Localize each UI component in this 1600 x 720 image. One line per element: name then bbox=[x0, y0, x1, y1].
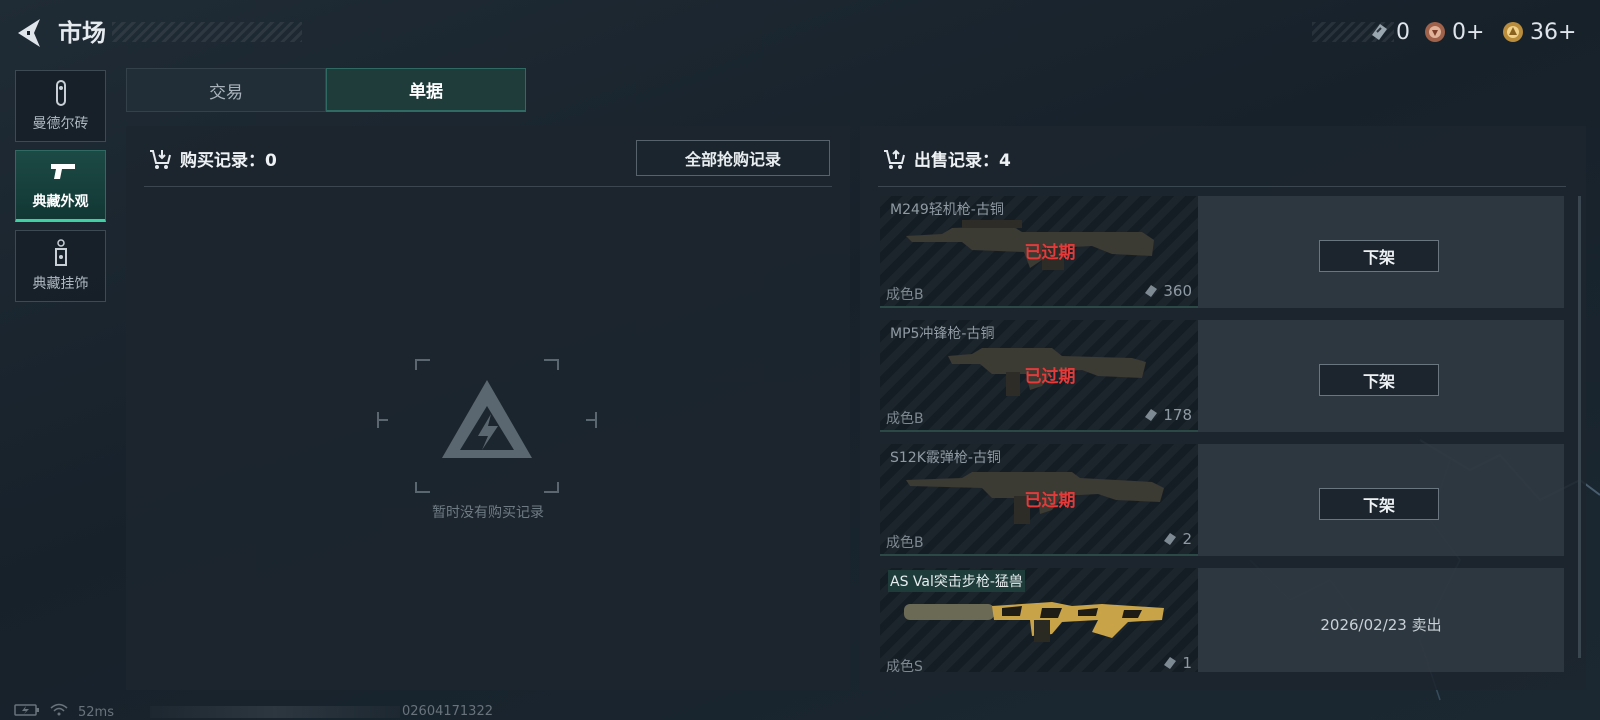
list-scrollbar[interactable] bbox=[1578, 196, 1581, 658]
gold-count: 36+ bbox=[1530, 19, 1577, 45]
wifi-icon bbox=[50, 703, 68, 720]
sale-records-title: 出售记录：4 bbox=[914, 151, 1011, 171]
back-button[interactable] bbox=[14, 16, 44, 50]
item-action-area: 下架 bbox=[1198, 196, 1564, 308]
pistol-icon bbox=[48, 157, 75, 187]
item-price: 1 bbox=[1162, 654, 1192, 672]
status-footer: 52ms bbox=[14, 703, 114, 720]
sale-record-item[interactable]: M249轻机枪-古铜 已过期 成色B 360 下架 bbox=[880, 196, 1564, 308]
ticket-icon bbox=[1143, 407, 1159, 423]
ticket-icon bbox=[1368, 21, 1390, 43]
tab-orders[interactable]: 单据 bbox=[326, 68, 526, 112]
sidebar-item-collection-skins[interactable]: 典藏外观 bbox=[15, 150, 106, 222]
divider bbox=[144, 186, 832, 187]
item-action-area: 下架 bbox=[1198, 444, 1564, 556]
item-name: AS Val突击步枪-猛兽 bbox=[888, 570, 1025, 592]
item-grade: 成色S bbox=[886, 659, 923, 672]
purchase-records-title: 购买记录：0 bbox=[180, 151, 277, 171]
sale-records-list[interactable]: M249轻机枪-古铜 已过期 成色B 360 下架 MP5冲锋枪-古铜 已过期 … bbox=[880, 196, 1564, 672]
item-price: 178 bbox=[1143, 406, 1192, 424]
as-val-rifle-icon bbox=[904, 602, 1164, 642]
divider bbox=[878, 186, 1566, 187]
page-title: 市场 bbox=[58, 19, 106, 47]
empty-state-frame bbox=[374, 358, 600, 494]
item-action-area: 下架 bbox=[1198, 320, 1564, 432]
expired-label: 已过期 bbox=[1024, 367, 1076, 387]
expired-label: 已过期 bbox=[1024, 491, 1076, 511]
expired-label: 已过期 bbox=[1024, 243, 1076, 263]
item-thumbnail: M249轻机枪-古铜 已过期 成色B 360 bbox=[880, 196, 1198, 308]
ticket-icon bbox=[1162, 531, 1178, 547]
item-thumbnail: S12K霰弹枪-古铜 已过期 成色B 2 bbox=[880, 444, 1198, 556]
sidebar-item-label: 典藏挂饰 bbox=[32, 276, 89, 292]
sidebar-item-label: 典藏外观 bbox=[32, 194, 89, 210]
sidebar-item-collection-charms[interactable]: 典藏挂饰 bbox=[15, 230, 106, 302]
sale-record-item[interactable]: AS Val突击步枪-猛兽 成色S 1 2026/02/23 卖出 bbox=[880, 568, 1564, 672]
tab-trade[interactable]: 交易 bbox=[126, 68, 326, 112]
ticket-count: 0 bbox=[1396, 19, 1410, 45]
item-name: M249轻机枪-古铜 bbox=[890, 202, 1004, 218]
delist-button[interactable]: 下架 bbox=[1319, 364, 1439, 396]
item-name: S12K霰弹枪-古铜 bbox=[890, 450, 1001, 466]
item-grade: 成色B bbox=[886, 535, 924, 551]
battery-icon bbox=[14, 704, 40, 720]
currency-ticket: 0 bbox=[1368, 18, 1410, 46]
ticket-icon bbox=[1143, 283, 1159, 299]
item-thumbnail: MP5冲锋枪-古铜 已过期 成色B 178 bbox=[880, 320, 1198, 432]
empty-state-text: 暂时没有购买记录 bbox=[432, 505, 544, 521]
item-grade: 成色B bbox=[886, 287, 924, 303]
purchase-records-header: 购买记录：0 bbox=[148, 146, 277, 171]
sold-date-text: 2026/02/23 卖出 bbox=[1320, 616, 1442, 634]
back-arrow-icon bbox=[18, 19, 40, 47]
item-price: 2 bbox=[1162, 530, 1192, 548]
sale-records-header: 出售记录：4 bbox=[882, 146, 1011, 171]
delist-button[interactable]: 下架 bbox=[1319, 240, 1439, 272]
all-flash-purchase-records-button[interactable]: 全部抢购记录 bbox=[636, 140, 830, 176]
ping-text: 52ms bbox=[78, 704, 114, 720]
item-grade: 成色B bbox=[886, 411, 924, 427]
price-value: 1 bbox=[1182, 654, 1192, 672]
sale-record-item[interactable]: S12K霰弹枪-古铜 已过期 成色B 2 下架 bbox=[880, 444, 1564, 556]
cart-download-icon bbox=[148, 148, 172, 170]
item-price: 360 bbox=[1143, 282, 1192, 300]
sale-record-item[interactable]: MP5冲锋枪-古铜 已过期 成色B 178 下架 bbox=[880, 320, 1564, 432]
mandel-brick-icon bbox=[48, 79, 74, 109]
item-name: MP5冲锋枪-古铜 bbox=[890, 326, 995, 342]
player-id-text: 02604171322 bbox=[402, 704, 493, 719]
sidebar-item-mandel-brick[interactable]: 曼德尔砖 bbox=[15, 70, 106, 142]
bronze-count: 0+ bbox=[1452, 19, 1485, 45]
ticket-icon bbox=[1162, 655, 1178, 671]
delist-button[interactable]: 下架 bbox=[1319, 488, 1439, 520]
price-value: 178 bbox=[1163, 406, 1192, 424]
price-value: 2 bbox=[1182, 530, 1192, 548]
charm-tag-icon bbox=[48, 239, 74, 269]
currency-bronze: 0+ bbox=[1424, 18, 1484, 46]
sidebar-item-label: 曼德尔砖 bbox=[32, 116, 89, 132]
gold-coin-icon bbox=[1502, 21, 1524, 43]
currency-gold: 36+ bbox=[1502, 18, 1576, 46]
item-thumbnail: AS Val突击步枪-猛兽 成色S 1 bbox=[880, 568, 1198, 672]
cart-upload-icon bbox=[882, 148, 906, 170]
footer-blur-bar bbox=[150, 706, 400, 718]
bronze-coin-icon bbox=[1424, 21, 1446, 43]
price-value: 360 bbox=[1163, 282, 1192, 300]
title-decor-stripe bbox=[112, 22, 302, 42]
item-action-area: 2026/02/23 卖出 bbox=[1198, 568, 1564, 672]
